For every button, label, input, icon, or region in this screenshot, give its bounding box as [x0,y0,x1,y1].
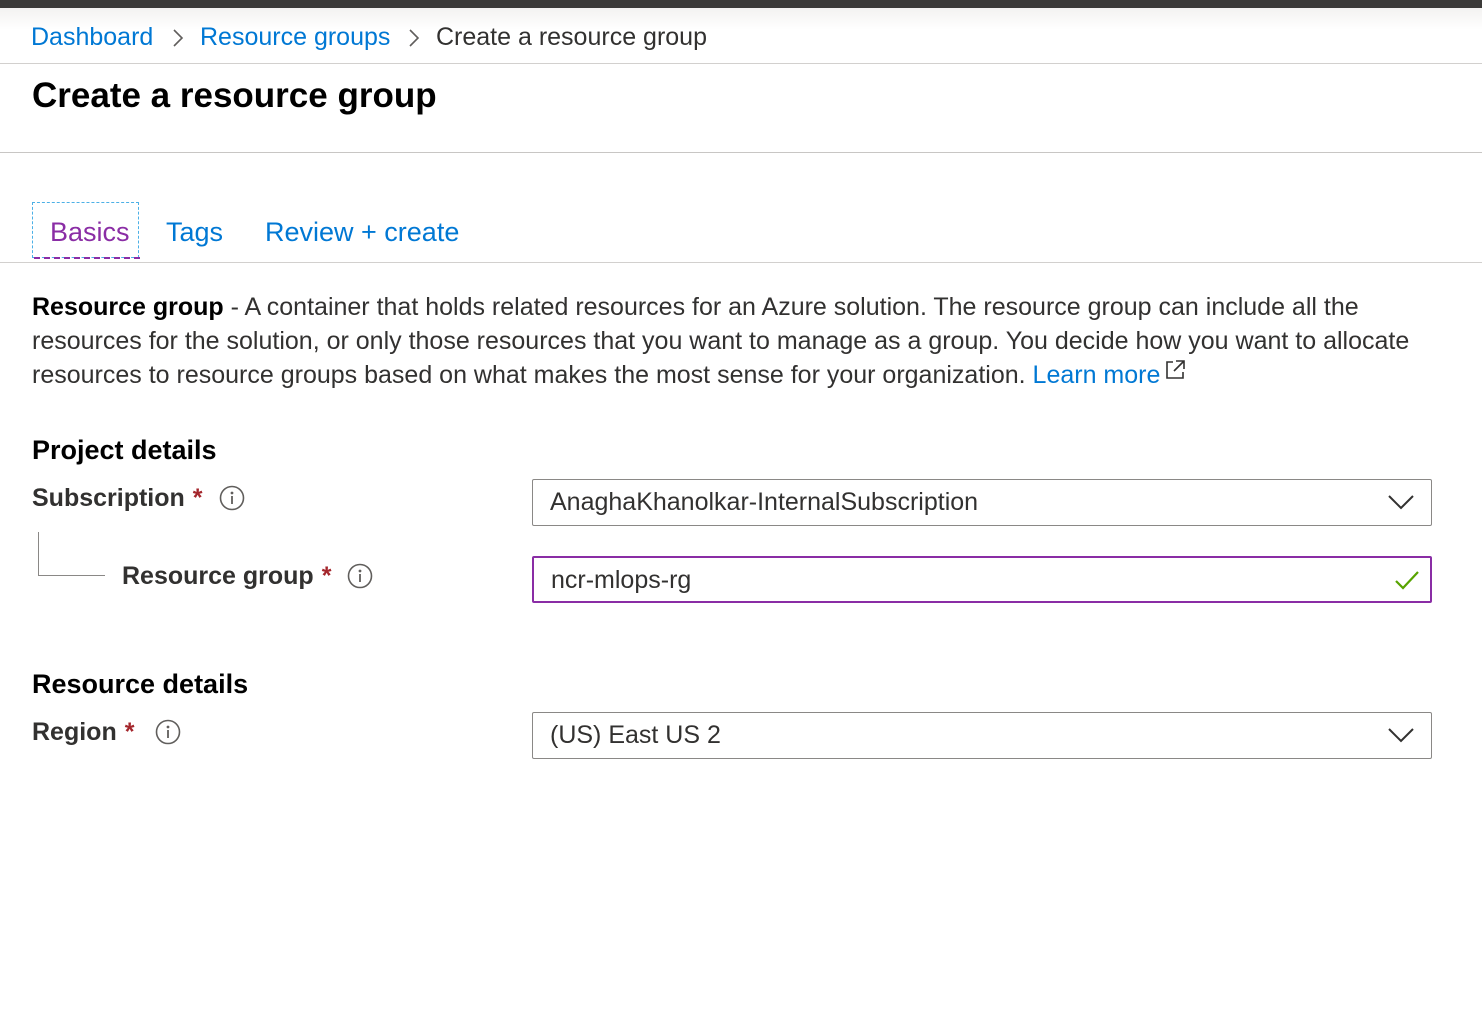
region-label-text: Region [32,718,117,746]
info-icon[interactable] [155,719,181,745]
tab-basics[interactable]: Basics [50,212,130,252]
checkmark-icon [1395,571,1419,590]
resource-group-input[interactable]: ncr-mlops-rg [532,556,1432,603]
required-marker: * [192,484,203,512]
subscription-label-text: Subscription [32,484,185,512]
region-dropdown[interactable]: (US) East US 2 [532,712,1432,759]
tab-basics-underline [34,257,140,259]
breadcrumb-dashboard[interactable]: Dashboard [31,22,153,52]
portal-top-bar [0,0,1482,8]
info-icon[interactable] [219,485,245,511]
project-details-heading: Project details [32,435,217,465]
tab-review-create[interactable]: Review + create [265,212,459,252]
description-text: - A container that holds related resourc… [32,293,1410,389]
subscription-label: Subscription * [32,481,203,515]
resource-group-label-text: Resource group [122,562,314,590]
external-link-icon [1166,360,1186,379]
tab-tags[interactable]: Tags [166,212,223,252]
chevron-right-icon [173,29,184,47]
description-term: Resource group [32,293,224,321]
page-title: Create a resource group [32,76,437,115]
chevron-down-icon [1388,728,1414,743]
info-icon[interactable] [347,563,373,589]
resource-group-description: Resource group - A container that holds … [32,290,1452,392]
region-value: (US) East US 2 [550,721,721,749]
subscription-dropdown[interactable]: AnaghaKhanolkar-InternalSubscription [532,479,1432,526]
breadcrumb: Dashboard Resource groups Create a resou… [0,8,1482,64]
breadcrumb-resource-groups[interactable]: Resource groups [200,22,390,52]
resource-details-heading: Resource details [32,669,249,699]
chevron-down-icon [1388,495,1414,510]
region-label: Region * [32,715,134,749]
resource-group-label: Resource group * [122,559,331,593]
header-divider [0,152,1482,153]
hierarchy-connector [38,532,105,576]
subscription-value: AnaghaKhanolkar-InternalSubscription [550,488,979,516]
required-marker: * [124,718,135,746]
breadcrumb-current: Create a resource group [436,23,707,51]
required-marker: * [321,562,332,590]
learn-more-link[interactable]: Learn more [1033,361,1161,389]
tabs-divider [0,262,1482,263]
resource-group-value: ncr-mlops-rg [551,566,692,594]
chevron-right-icon [409,29,420,47]
